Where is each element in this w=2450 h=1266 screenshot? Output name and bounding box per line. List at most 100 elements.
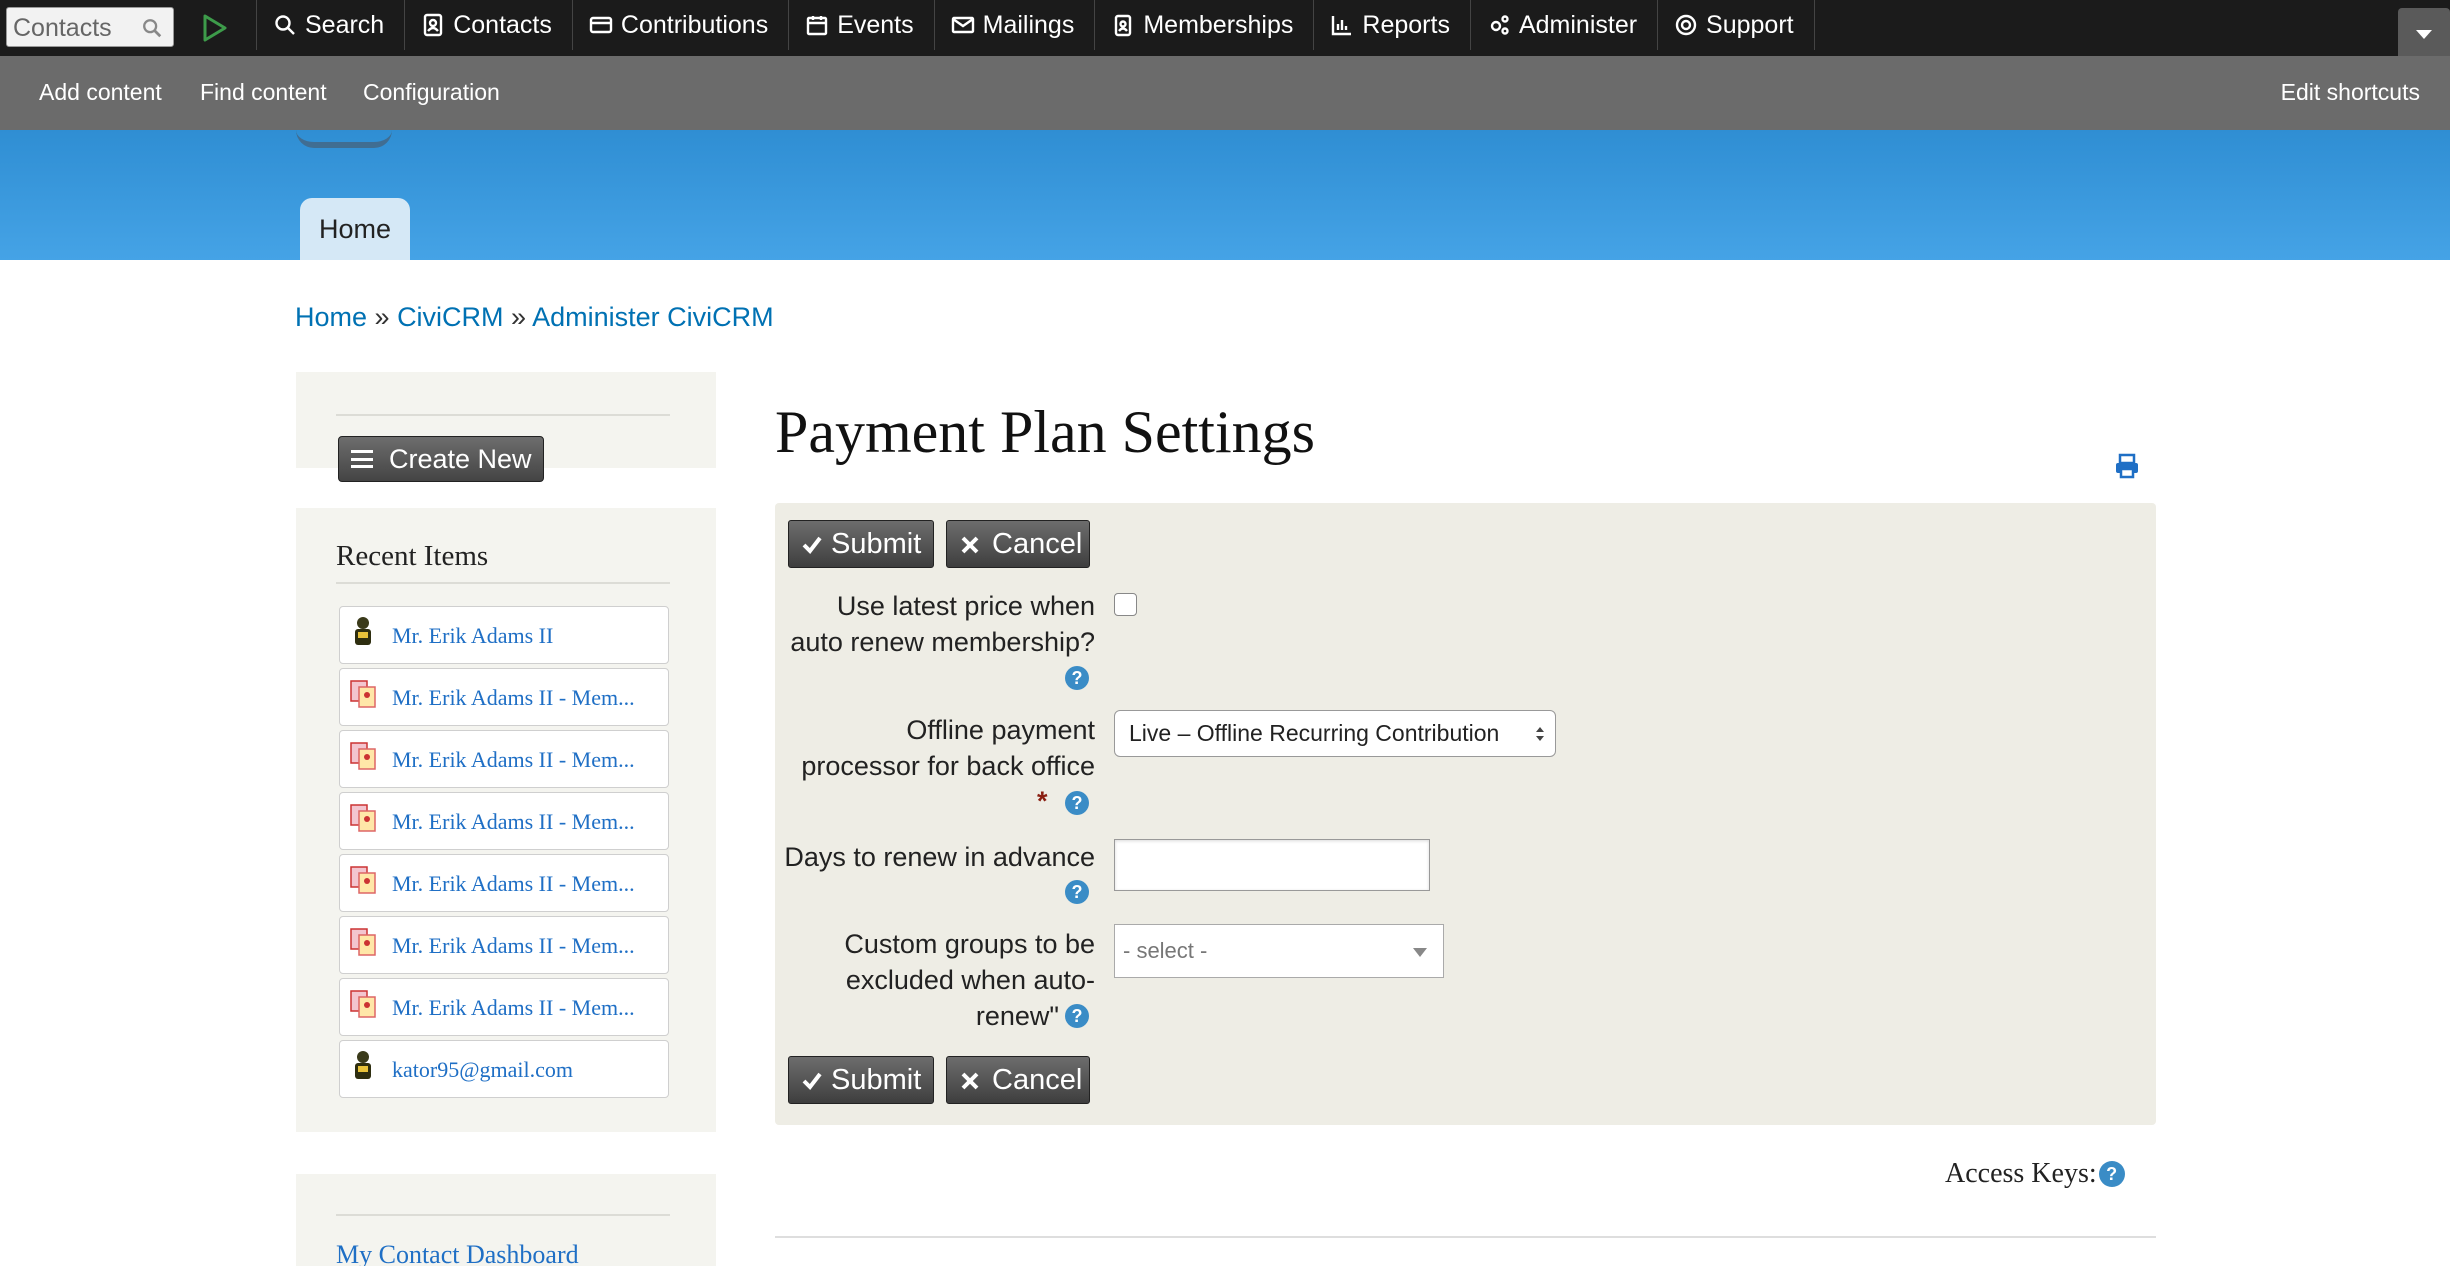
recent-item[interactable]: kator95@gmail.com: [339, 1040, 669, 1098]
membership-icon: [350, 866, 376, 894]
recent-items-block: Recent Items Mr. Erik Adams II Mr. Erik A…: [296, 508, 716, 1132]
menu-support[interactable]: Support: [1658, 0, 1815, 50]
menu-mailings-label: Mailings: [982, 10, 1075, 39]
help-icon[interactable]: ?: [1065, 791, 1089, 815]
quicksearch-input[interactable]: Contacts: [6, 7, 174, 47]
tab-home[interactable]: Home: [300, 198, 410, 260]
close-icon: [961, 1072, 979, 1090]
submit-button-bottom[interactable]: Submit: [788, 1056, 934, 1104]
recent-item-label: Mr. Erik Adams II - Mem...: [392, 995, 635, 1020]
credit-card-icon: [589, 16, 613, 34]
label-line: excluded when auto-: [845, 965, 1095, 995]
find-content-link[interactable]: Find content: [200, 79, 327, 106]
menu-events[interactable]: Events: [789, 0, 935, 50]
offline-processor-select[interactable]: Live – Offline Recurring Contribution: [1114, 710, 1556, 757]
custom-groups-label: Custom groups to be excluded when auto- …: [775, 926, 1095, 1034]
membership-icon: [350, 742, 376, 770]
menu-memberships[interactable]: Memberships: [1095, 0, 1315, 50]
label-line: Custom groups to be: [844, 929, 1095, 959]
calendar-icon: [807, 16, 828, 36]
breadcrumb-separator: »: [367, 302, 398, 332]
menu-reports-label: Reports: [1362, 10, 1450, 39]
recent-item[interactable]: Mr. Erik Adams II - Mem...: [339, 854, 669, 912]
site-logo[interactable]: [296, 130, 392, 148]
recent-item-label: Mr. Erik Adams II - Mem...: [392, 933, 635, 958]
days-in-advance-input[interactable]: [1114, 839, 1430, 891]
add-content-link[interactable]: Add content: [39, 79, 162, 106]
membership-icon: [350, 804, 376, 832]
required-marker: *: [1037, 786, 1048, 816]
menu-administer-label: Administer: [1518, 10, 1638, 39]
recent-item[interactable]: Mr. Erik Adams II - Mem...: [339, 668, 669, 726]
create-new-button[interactable]: Create New: [338, 436, 544, 482]
menu-search[interactable]: Search: [256, 0, 406, 50]
submit-label: Submit: [831, 1064, 922, 1096]
menu-administer[interactable]: Administer: [1471, 0, 1659, 50]
contacts-icon: [424, 13, 443, 37]
quicksearch-placeholder: Contacts: [13, 14, 112, 42]
search-icon: [275, 15, 295, 35]
recent-item-label: Mr. Erik Adams II - Mem...: [392, 747, 635, 772]
recent-item[interactable]: Mr. Erik Adams II - Mem...: [339, 978, 669, 1036]
my-contact-dashboard-link[interactable]: My Contact Dashboard: [336, 1240, 579, 1266]
create-new-label: Create New: [389, 444, 532, 474]
search-icon[interactable]: [141, 17, 163, 39]
help-icon[interactable]: ?: [2098, 1161, 2125, 1187]
menu-memberships-label: Memberships: [1143, 10, 1294, 39]
cancel-label: Cancel: [992, 528, 1083, 560]
edit-shortcuts-link[interactable]: Edit shortcuts: [2281, 79, 2420, 106]
access-keys-label: Access Keys:: [1945, 1158, 2097, 1189]
dashboard-block: My Contact Dashboard: [296, 1174, 716, 1266]
cancel-button-bottom[interactable]: Cancel: [946, 1056, 1090, 1104]
menu-toggle-button[interactable]: [2398, 8, 2450, 56]
recent-item[interactable]: Mr. Erik Adams II - Mem...: [339, 916, 669, 974]
menu-support-label: Support: [1706, 10, 1794, 39]
recent-item-label: Mr. Erik Adams II - Mem...: [392, 809, 635, 834]
help-icon[interactable]: ?: [1065, 666, 1089, 690]
breadcrumb-home[interactable]: Home: [295, 302, 367, 332]
menu-contacts[interactable]: Contacts: [405, 0, 573, 50]
divider: [336, 414, 670, 416]
print-icon[interactable]: [2113, 452, 2141, 480]
menu-mailings[interactable]: Mailings: [935, 0, 1096, 50]
civicrm-home-icon[interactable]: [196, 10, 232, 46]
submit-button-top[interactable]: Submit: [788, 520, 934, 568]
breadcrumb-civicrm[interactable]: CiviCRM: [397, 302, 503, 332]
use-latest-price-checkbox[interactable]: [1114, 593, 1137, 616]
envelope-icon: [951, 16, 974, 34]
menu-icon: [351, 450, 373, 468]
help-icon[interactable]: ?: [1065, 880, 1089, 904]
submit-label: Submit: [831, 528, 922, 560]
divider: [775, 1236, 2156, 1238]
menu-contributions-label: Contributions: [620, 10, 769, 39]
civicrm-menu-bar: Contacts Search Contacts Contributions E…: [0, 0, 2450, 56]
configuration-link[interactable]: Configuration: [363, 79, 500, 106]
cancel-button-top[interactable]: Cancel: [946, 520, 1090, 568]
contact-icon: [355, 1051, 371, 1079]
recent-items-title: Recent Items: [336, 540, 489, 572]
menu-contributions[interactable]: Contributions: [573, 0, 790, 50]
membership-icon: [350, 680, 376, 708]
chevron-down-icon: [2416, 30, 2432, 39]
page-title: Payment Plan Settings: [775, 399, 1315, 465]
breadcrumb-administer[interactable]: Administer CiviCRM: [532, 302, 774, 332]
civicrm-menu-items: Search Contacts Contributions Events Mai…: [256, 0, 1815, 50]
recent-item[interactable]: Mr. Erik Adams II - Mem...: [339, 792, 669, 850]
cancel-label: Cancel: [992, 1064, 1083, 1096]
custom-groups-select[interactable]: - select -: [1114, 924, 1444, 978]
access-keys: Access Keys:?: [1945, 1158, 2125, 1190]
close-icon: [961, 536, 979, 554]
custom-groups-placeholder: - select -: [1123, 938, 1208, 963]
membership-icon: [350, 928, 376, 956]
check-icon: [802, 536, 822, 555]
recent-item[interactable]: Mr. Erik Adams II: [339, 606, 669, 664]
label-line: renew": [975, 1001, 1059, 1031]
help-icon[interactable]: ?: [1065, 1004, 1089, 1028]
label-line: auto renew membership?: [790, 627, 1095, 657]
menu-reports[interactable]: Reports: [1314, 0, 1471, 50]
gears-icon: [1490, 15, 1509, 35]
select-arrows-icon: [1536, 727, 1544, 741]
breadcrumb: Home » CiviCRM » Administer CiviCRM: [295, 302, 774, 333]
recent-item[interactable]: Mr. Erik Adams II - Mem...: [339, 730, 669, 788]
days-in-advance-label: Days to renew in advance: [784, 842, 1095, 872]
